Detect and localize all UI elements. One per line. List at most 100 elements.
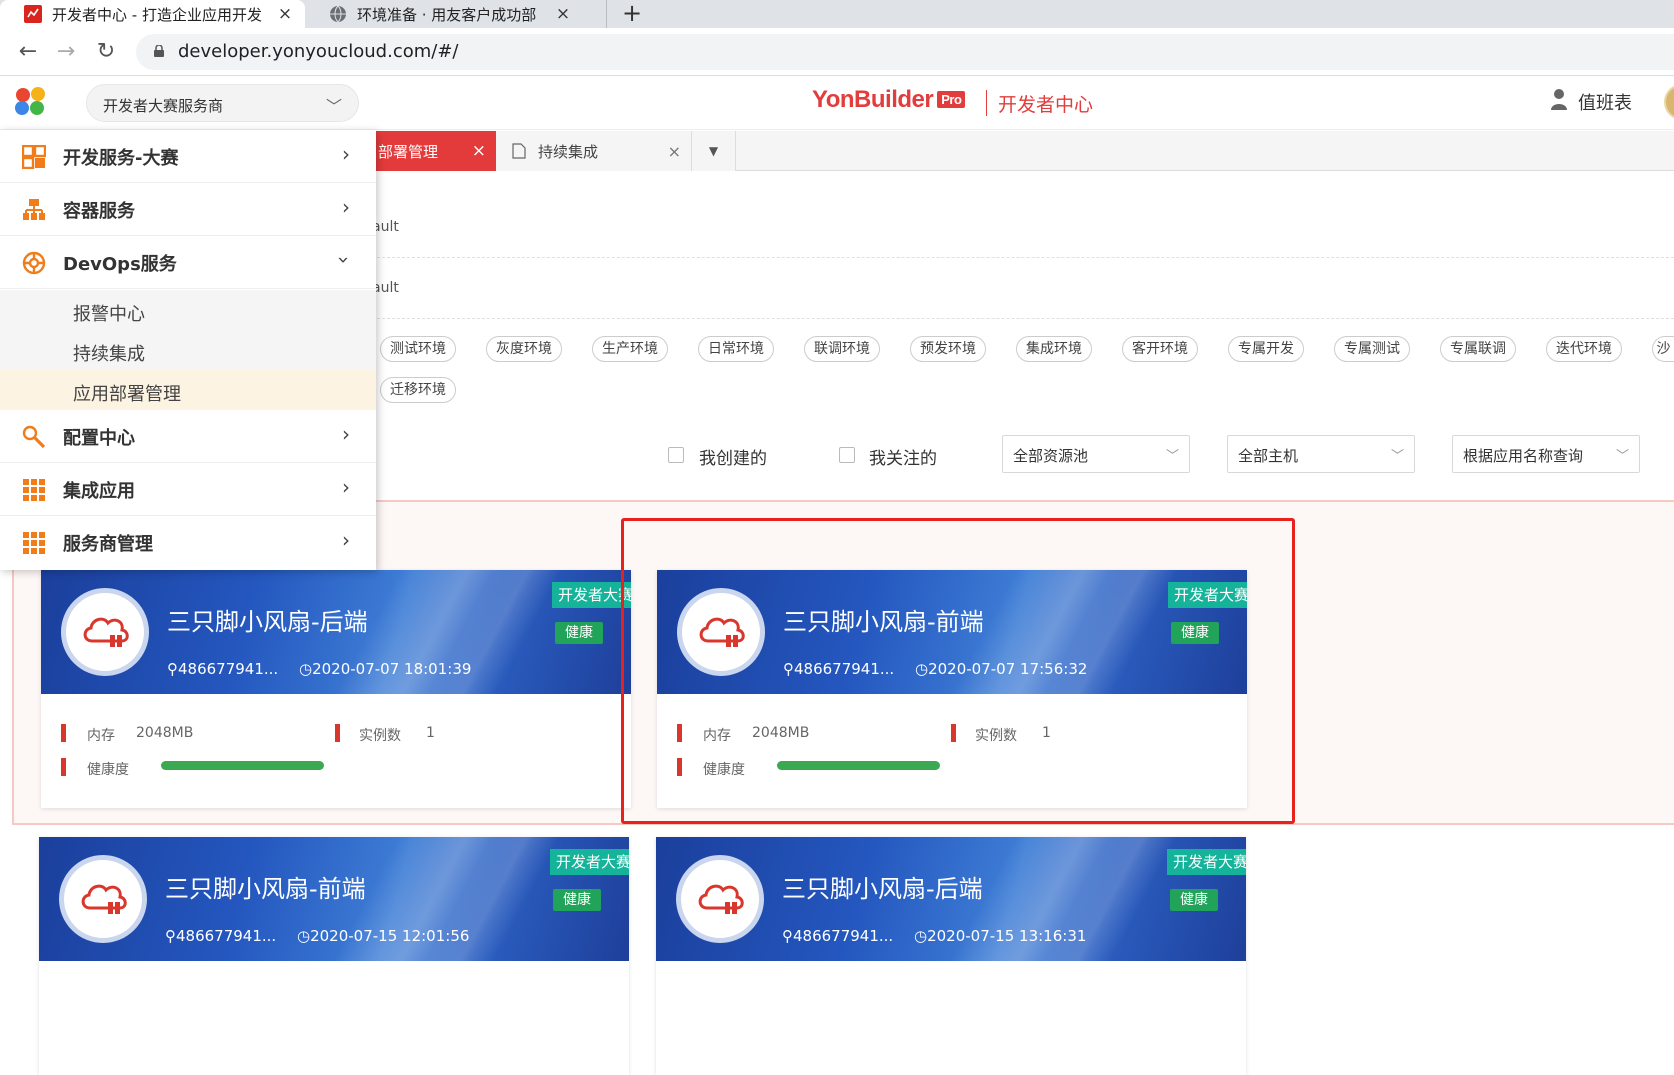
- brand-badge: Pro: [937, 91, 966, 108]
- status-badge: 健康: [555, 622, 603, 644]
- app-card[interactable]: 三只脚小风扇-后端 ⚲486677941... ◷2020-07-15 13:1…: [656, 837, 1246, 1075]
- tenant-select[interactable]: 开发者大赛服务商 ﹀: [86, 84, 359, 122]
- host-select[interactable]: 全部主机 ﹀: [1227, 435, 1415, 473]
- env-tag[interactable]: 预发环境: [910, 336, 986, 362]
- menu-item-config-center[interactable]: 配置中心 ›: [0, 410, 376, 463]
- my-created-checkbox[interactable]: [668, 447, 684, 463]
- time-text: 2020-07-07 18:01:39: [312, 660, 472, 678]
- search-by-name-select[interactable]: 根据应用名称查询 ﹀: [1452, 435, 1640, 473]
- search-by-name-value: 根据应用名称查询: [1463, 447, 1584, 465]
- tabs-more-dropdown[interactable]: ▼: [692, 131, 736, 171]
- devops-gear-icon: [22, 251, 46, 275]
- close-tab-icon[interactable]: ×: [553, 4, 573, 24]
- instances-label: 实例数: [359, 728, 401, 744]
- health-progress-bar: [161, 761, 324, 770]
- chevron-down-icon: ﹀: [1615, 449, 1629, 464]
- chevron-down-icon: ›: [332, 256, 356, 264]
- submenu-item-continuous-integration[interactable]: 持续集成: [0, 330, 376, 370]
- close-icon[interactable]: ×: [668, 142, 681, 161]
- app-name[interactable]: 三只脚小风扇-后端: [167, 602, 368, 637]
- marker-bar: [335, 724, 340, 742]
- browser-tab-env-prep[interactable]: 环境准备 · 用友客户成功部 ×: [305, 0, 583, 28]
- browser-tab-developer-center[interactable]: 开发者中心 - 打造企业应用开发 ×: [0, 0, 305, 28]
- chevron-right-icon: ›: [342, 142, 350, 166]
- submenu-item-alert-center[interactable]: 报警中心: [0, 290, 376, 330]
- env-tag[interactable]: 客开环境: [1122, 336, 1198, 362]
- chevron-right-icon: ›: [342, 528, 350, 552]
- memory-value: 2048MB: [136, 725, 194, 741]
- instances-value: 1: [426, 725, 435, 741]
- brand-name: YonBuilder: [812, 86, 934, 113]
- env-tag[interactable]: 生产环境: [592, 336, 668, 362]
- my-followed-checkbox[interactable]: [839, 447, 855, 463]
- submenu-item-app-deploy-management[interactable]: 应用部署管理: [0, 370, 376, 410]
- divider: [372, 318, 1674, 319]
- env-tag[interactable]: 日常环境: [698, 336, 774, 362]
- menu-item-integrated-apps[interactable]: 集成应用 ›: [0, 463, 376, 516]
- cloud-app-icon: [698, 884, 744, 914]
- menu-item-label: 容器服务: [63, 201, 135, 222]
- env-tag[interactable]: 专属测试: [1334, 336, 1410, 362]
- app-card-header: 三只脚小风扇-后端 ⚲486677941... ◷2020-07-07 18:0…: [41, 570, 631, 694]
- menu-item-devops-service[interactable]: DevOps服务 ›: [0, 236, 376, 289]
- env-tag[interactable]: 专属联调: [1440, 336, 1516, 362]
- marker-bar: [61, 758, 66, 776]
- app-avatar: [676, 855, 764, 943]
- back-arrow-icon[interactable]: ←: [12, 36, 44, 68]
- address-toolbar: ← → ↻ developer.yonyoucloud.com/#/: [0, 28, 1674, 76]
- app-name[interactable]: 三只脚小风扇-前端: [165, 869, 366, 904]
- menu-item-container-service[interactable]: 容器服务 ›: [0, 183, 376, 236]
- env-tag[interactable]: 联调环境: [804, 336, 880, 362]
- app-card-header: 三只脚小风扇-前端 ⚲486677941... ◷2020-07-15 12:0…: [39, 837, 629, 961]
- env-tag[interactable]: 专属开发: [1228, 336, 1304, 362]
- clock-icon: ◷: [299, 660, 313, 678]
- app-owner: ⚲486677941...: [165, 927, 276, 945]
- user-schedule-icon: [1551, 89, 1567, 110]
- menu-item-dev-service-contest[interactable]: 开发服务-大赛 ›: [0, 130, 376, 183]
- app-time: ◷2020-07-15 12:01:56: [297, 927, 469, 945]
- app-owner: ⚲486677941...: [167, 660, 278, 678]
- duty-schedule-link[interactable]: 值班表: [1578, 89, 1632, 115]
- tenant-select-value: 开发者大赛服务商: [103, 97, 224, 115]
- tab-continuous-integration[interactable]: 持续集成 ×: [496, 131, 692, 171]
- globe-icon: [330, 5, 346, 23]
- close-tab-icon[interactable]: ×: [275, 4, 295, 24]
- menu-item-provider-management[interactable]: 服务商管理 ›: [0, 516, 376, 569]
- app-avatar: [59, 855, 147, 943]
- owner-text: 486677941...: [793, 927, 894, 945]
- menu-item-label: 配置中心: [63, 428, 135, 449]
- env-tag[interactable]: 灰度环境: [486, 336, 562, 362]
- filter-row-2-value: ault: [372, 280, 399, 296]
- close-icon[interactable]: ×: [472, 141, 486, 161]
- address-bar[interactable]: developer.yonyoucloud.com/#/: [136, 34, 1674, 70]
- chevron-right-icon: ›: [342, 475, 350, 499]
- app-card[interactable]: 三只脚小风扇-前端 ⚲486677941... ◷2020-07-15 12:0…: [39, 837, 629, 1075]
- app-card-header: 三只脚小风扇-后端 ⚲486677941... ◷2020-07-15 13:1…: [656, 837, 1246, 961]
- forward-arrow-icon[interactable]: →: [50, 36, 82, 68]
- app-card[interactable]: 三只脚小风扇-后端 ⚲486677941... ◷2020-07-07 18:0…: [41, 570, 631, 808]
- time-text: 2020-07-15 13:16:31: [927, 927, 1087, 945]
- env-tag[interactable]: 迁移环境: [380, 377, 456, 403]
- tab-divider: [606, 0, 607, 28]
- app-launcher-logo-icon[interactable]: [14, 86, 48, 116]
- avatar[interactable]: [1664, 84, 1674, 120]
- cloud-app-icon: [81, 884, 127, 914]
- marker-bar: [61, 724, 66, 742]
- wrench-icon: [22, 425, 46, 449]
- user-icon: ⚲: [167, 660, 178, 678]
- env-tag[interactable]: 迭代环境: [1546, 336, 1622, 362]
- env-tag[interactable]: 测试环境: [380, 336, 456, 362]
- health-label: 健康度: [87, 762, 129, 778]
- tab-label: 持续集成: [538, 142, 599, 161]
- app-name[interactable]: 三只脚小风扇-后端: [782, 869, 983, 904]
- env-tag[interactable]: 沙: [1652, 336, 1674, 362]
- chevron-down-icon: ﹀: [325, 97, 342, 116]
- apps-grid-icon: [23, 532, 45, 554]
- reload-icon[interactable]: ↻: [90, 36, 122, 68]
- new-tab-button[interactable]: +: [622, 0, 642, 27]
- document-icon: [512, 143, 526, 159]
- env-tag[interactable]: 集成环境: [1016, 336, 1092, 362]
- resource-pool-select[interactable]: 全部资源池 ﹀: [1002, 435, 1190, 473]
- browser-tab-title: 开发者中心 - 打造企业应用开发: [52, 5, 262, 24]
- site-favicon-icon: [24, 5, 42, 23]
